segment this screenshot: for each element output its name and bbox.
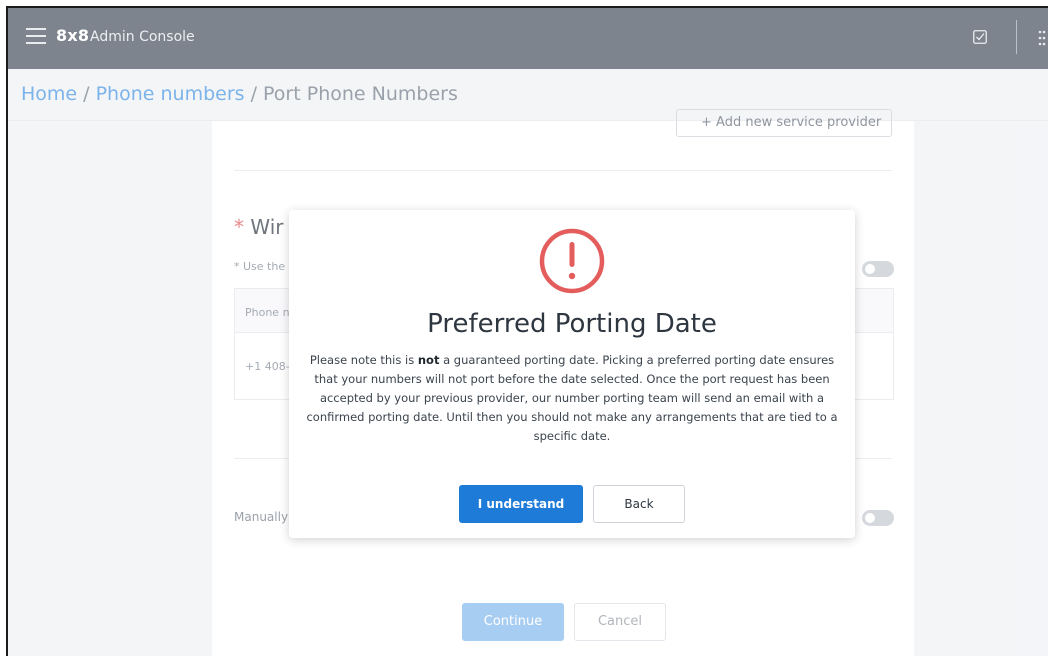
back-button[interactable]: Back [593, 485, 685, 523]
i-understand-button[interactable]: I understand [459, 485, 583, 523]
emphasis-not: not [417, 353, 440, 367]
preferred-porting-date-dialog: Preferred Porting Date Please note this … [289, 210, 855, 538]
dialog-title: Preferred Porting Date [427, 309, 717, 339]
alert-circle-icon [539, 228, 605, 294]
app-frame: 8x8 Admin Console Home / Phone numbers /… [6, 6, 1048, 656]
dialog-message: Please note this is not a guaranteed por… [306, 353, 838, 443]
